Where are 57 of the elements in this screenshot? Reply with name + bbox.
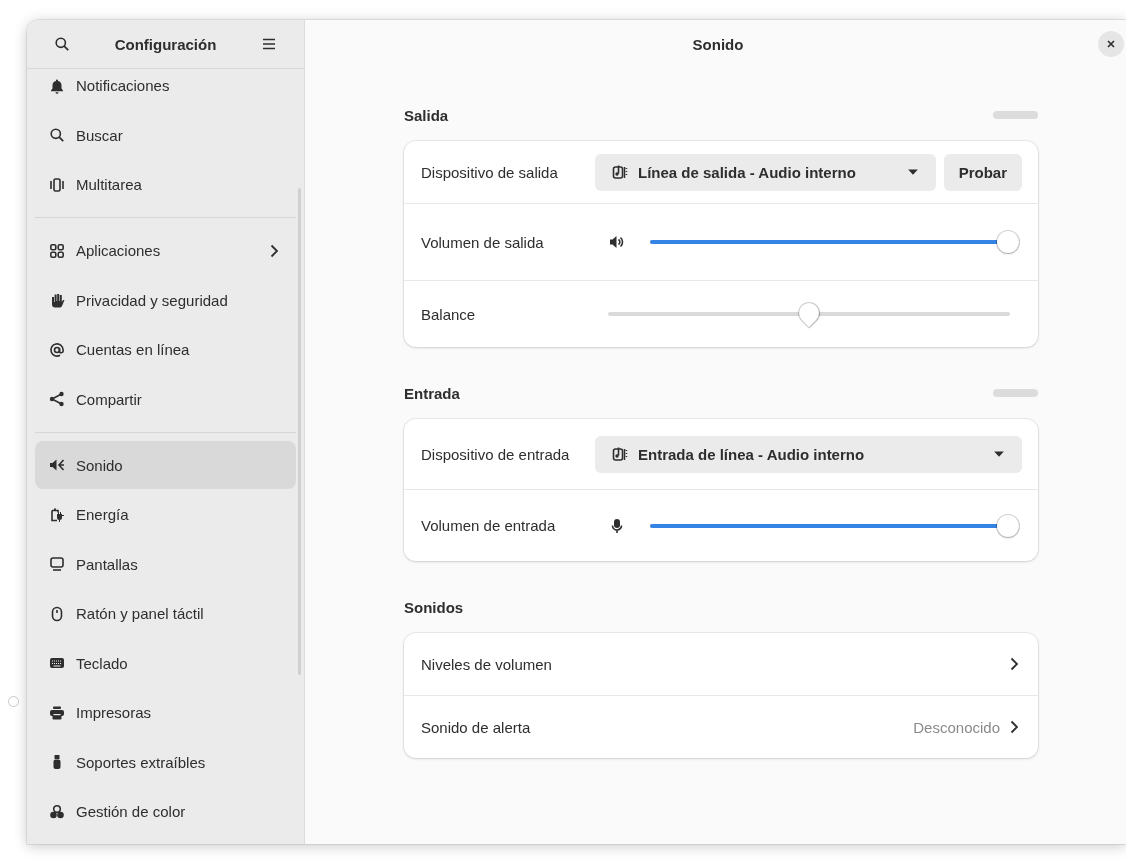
speaker-icon bbox=[609, 234, 625, 250]
row-label: Dispositivo de salida bbox=[421, 163, 559, 181]
sidebar-item[interactable]: Pantallas bbox=[35, 540, 296, 588]
share-icon bbox=[49, 391, 65, 407]
sound-card-icon bbox=[612, 164, 628, 180]
sidebar-item[interactable]: Aplicaciones bbox=[35, 226, 296, 275]
color-circles-icon bbox=[49, 803, 65, 820]
multitask-icon bbox=[49, 176, 65, 193]
row-value: Desconocido bbox=[913, 718, 1000, 736]
sidebar-item[interactable]: Notificaciones bbox=[35, 69, 296, 110]
row-label: Niveles de volumen bbox=[421, 655, 553, 673]
sidebar-item[interactable]: Cuentas en línea bbox=[35, 325, 296, 374]
sidebar-item[interactable]: Multitarea bbox=[35, 160, 296, 209]
close-button[interactable] bbox=[1098, 31, 1124, 57]
sidebar-item[interactable]: Energía bbox=[35, 490, 296, 539]
search-icon bbox=[49, 127, 65, 143]
row-label: Sonido de alerta bbox=[421, 718, 532, 736]
row-label: Volumen de entrada bbox=[421, 517, 557, 534]
search-icon bbox=[54, 36, 70, 52]
printer-icon bbox=[49, 704, 65, 721]
mouse-icon bbox=[49, 605, 65, 622]
sidebar-item[interactable]: Compartir bbox=[35, 375, 296, 423]
sidebar-item[interactable]: Ratón y panel táctil bbox=[35, 589, 296, 638]
microphone-icon bbox=[609, 517, 625, 534]
sidebar-item[interactable]: Buscar bbox=[35, 111, 296, 159]
sidebar-item[interactable]: Gestión de color bbox=[35, 787, 296, 836]
slider-thumb[interactable] bbox=[997, 231, 1019, 253]
sound-card-icon bbox=[612, 446, 628, 462]
row-label: Volumen de salida bbox=[421, 233, 545, 251]
navigation-row[interactable]: Niveles de volumen bbox=[404, 633, 1038, 695]
slider-thumb[interactable] bbox=[997, 514, 1019, 537]
speaker-icon bbox=[49, 457, 65, 473]
hand-icon bbox=[49, 292, 65, 308]
bell-icon bbox=[49, 77, 65, 94]
menu-icon bbox=[261, 36, 277, 52]
sidebar-item[interactable]: Soportes extraíbles bbox=[35, 738, 296, 786]
device-dropdown[interactable]: Entrada de línea - Audio interno bbox=[595, 435, 1022, 473]
section-heading: Entrada bbox=[404, 384, 460, 402]
battery-plug-icon bbox=[49, 506, 65, 523]
section-heading: Sonidos bbox=[404, 598, 464, 616]
at-sign-icon bbox=[49, 341, 65, 358]
close-icon bbox=[1105, 38, 1117, 50]
sidebar-item[interactable]: Teclado bbox=[35, 639, 296, 687]
sidebar-item[interactable]: Impresoras bbox=[35, 688, 296, 737]
sidebar-title: Configuración bbox=[114, 35, 217, 53]
monitor-icon bbox=[49, 556, 65, 572]
row-label: Dispositivo de entrada bbox=[421, 445, 571, 463]
section-heading: Salida bbox=[404, 106, 449, 124]
sidebar-item[interactable]: Sonido bbox=[35, 441, 296, 489]
keyboard-icon bbox=[49, 655, 65, 671]
device-dropdown[interactable]: Línea de salida - Audio interno bbox=[595, 153, 936, 191]
page-title: Sonido bbox=[692, 35, 744, 53]
navigation-row[interactable]: Sonido de alerta Desconocido bbox=[404, 695, 1038, 758]
grid-icon bbox=[49, 242, 65, 259]
row-label: Balance bbox=[421, 305, 477, 323]
sidebar-item[interactable]: Privacidad y seguridad bbox=[35, 276, 296, 324]
test-button[interactable]: Probar bbox=[943, 153, 1022, 191]
